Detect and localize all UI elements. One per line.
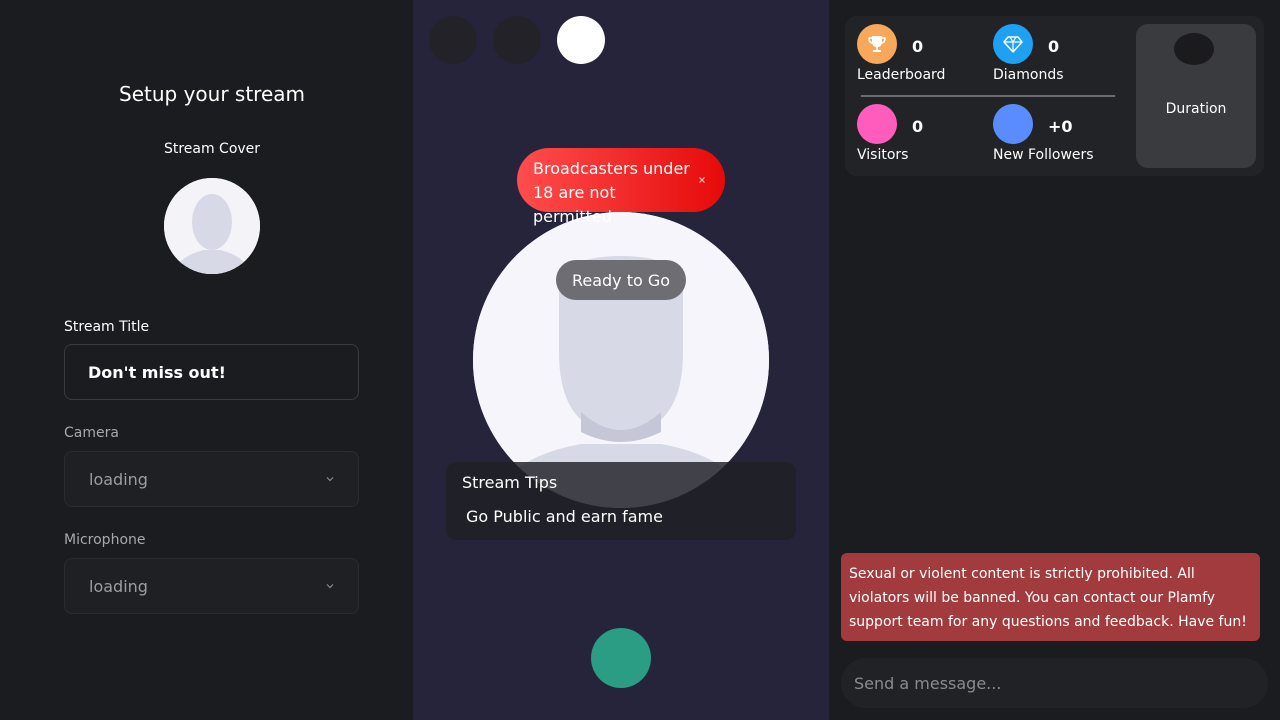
close-icon[interactable] — [695, 173, 709, 187]
setup-title: Setup your stream — [119, 82, 305, 106]
stream-tips-card: Stream Tips Go Public and earn fame — [446, 462, 796, 540]
age-warning-text: Broadcasters under 18 are not permitted — [533, 159, 690, 226]
microphone-label: Microphone — [64, 532, 146, 548]
stats-divider — [861, 95, 1115, 97]
stream-tips-body: Go Public and earn fame — [466, 507, 663, 526]
stream-title-input[interactable]: Don't miss out! — [64, 344, 359, 400]
content-rules-notice: Sexual or violent content is strictly pr… — [841, 553, 1260, 641]
stream-tips-title: Stream Tips — [462, 473, 558, 492]
stream-title-label: Stream Title — [64, 319, 150, 335]
duration-label: Duration — [1165, 101, 1227, 117]
camera-label: Camera — [64, 425, 119, 441]
chat-message-input[interactable] — [841, 658, 1268, 708]
diamonds-value: 0 — [1048, 37, 1060, 56]
stream-cover-label: Stream Cover — [163, 141, 261, 157]
stream-cover-avatar[interactable] — [164, 178, 260, 274]
stream-title-value: Don't miss out! — [88, 362, 226, 382]
go-live-button[interactable] — [591, 628, 651, 688]
microphone-select[interactable]: loading — [64, 558, 359, 614]
new-followers-value: +0 — [1048, 117, 1073, 136]
stream-preview-panel: Broadcasters under 18 are not permitted … — [413, 0, 829, 720]
visitors-icon — [857, 104, 897, 144]
stream-setup-panel: Setup your stream Stream Cover Stream Ti… — [0, 0, 413, 720]
diamond-icon[interactable] — [993, 24, 1033, 64]
camera-select[interactable]: loading — [64, 451, 359, 507]
preview-control-button-1[interactable] — [429, 16, 477, 64]
new-followers-label: New Followers — [993, 147, 1094, 163]
avatar-placeholder-icon — [164, 178, 260, 274]
duration-box: Duration — [1136, 24, 1256, 168]
age-warning-banner: Broadcasters under 18 are not permitted — [517, 148, 725, 226]
stream-stats-card: 0 Leaderboard 0 Diamonds 0 Visitors +0 N… — [845, 16, 1264, 176]
preview-control-button-2[interactable] — [493, 16, 541, 64]
stream-info-panel: 0 Leaderboard 0 Diamonds 0 Visitors +0 N… — [829, 0, 1280, 720]
diamonds-label: Diamonds — [993, 67, 1064, 83]
microphone-select-value: loading — [89, 576, 148, 596]
leaderboard-value: 0 — [912, 37, 924, 56]
followers-icon — [993, 104, 1033, 144]
visitors-label: Visitors — [857, 147, 909, 163]
preview-control-button-3[interactable] — [557, 16, 605, 64]
ready-status-badge: Ready to Go — [556, 260, 686, 300]
chevron-down-icon — [325, 581, 335, 591]
duration-indicator — [1174, 33, 1214, 65]
visitors-value: 0 — [912, 117, 924, 136]
camera-select-value: loading — [89, 469, 148, 489]
trophy-icon[interactable] — [857, 24, 897, 64]
chevron-down-icon — [325, 474, 335, 484]
leaderboard-label: Leaderboard — [857, 67, 946, 83]
